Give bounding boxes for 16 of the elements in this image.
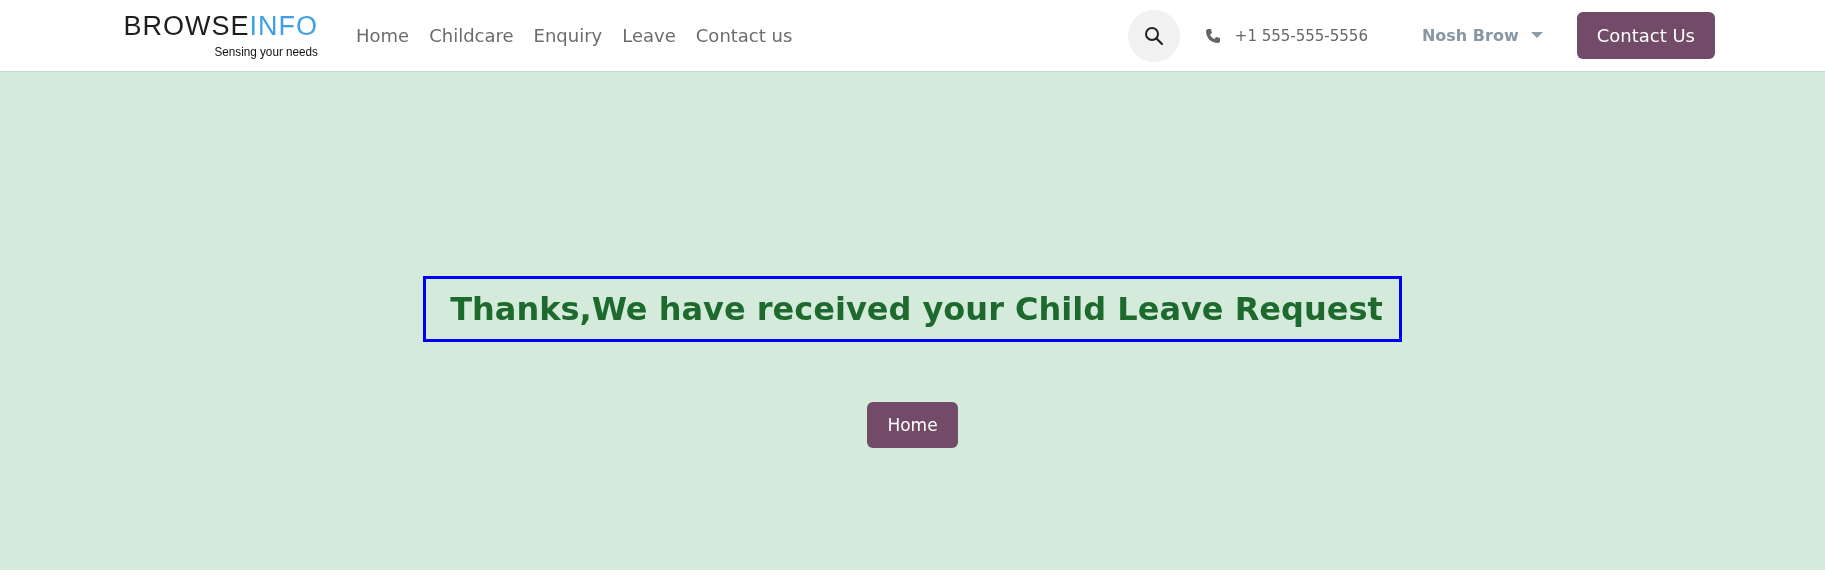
nav-link[interactable]: Leave — [622, 25, 676, 46]
search-icon — [1143, 25, 1164, 46]
user-menu[interactable]: Nosh Brow — [1415, 25, 1549, 46]
home-button[interactable]: Home — [867, 402, 958, 448]
contact-us-button[interactable]: Contact Us — [1576, 12, 1715, 59]
caret-icon — [1530, 32, 1543, 39]
nav-link[interactable]: Contact us — [695, 25, 793, 46]
logo-wordmark: BROWSE — [123, 12, 250, 40]
nav-link[interactable]: Enquiry — [533, 25, 603, 46]
nav-link[interactable]: Home — [356, 25, 410, 46]
nav-link[interactable]: Childcare — [429, 25, 514, 46]
confirmation-heading: Thanks,We have received your Child Leave Request — [423, 276, 1402, 342]
phone-number: +1 555-555-5556 — [1234, 26, 1368, 45]
phone-icon — [1204, 27, 1221, 44]
logo-wordmark-accent: INFO — [249, 12, 318, 40]
logo-tagline: Sensing your needs — [214, 43, 318, 59]
